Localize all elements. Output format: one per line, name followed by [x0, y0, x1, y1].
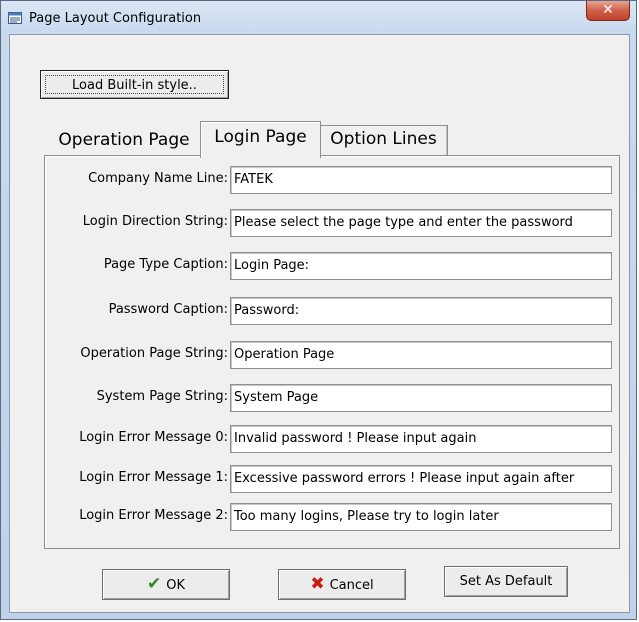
form-row-company-name: Company Name Line: FATEK — [45, 166, 619, 194]
form-row-operation-page-string: Operation Page String: Operation Page — [45, 341, 619, 369]
form-row-page-type-caption: Page Type Caption: Login Page: — [45, 252, 619, 280]
set-as-default-button[interactable]: Set As Default — [444, 566, 568, 597]
ok-button-content: ✔ OK — [103, 570, 229, 600]
cancel-button-label: Cancel — [329, 578, 374, 593]
login-error-message-2-label: Login Error Message 2: — [79, 508, 228, 523]
system-page-string-label: System Page String: — [96, 389, 228, 404]
form-row-login-error-2: Login Error Message 2: Too many logins, … — [45, 503, 619, 531]
form-row-password-caption: Password Caption: Password: — [45, 297, 619, 325]
system-page-string-input[interactable]: System Page — [230, 384, 612, 412]
cancel-button-content: ✖ Cancel — [279, 570, 405, 600]
tab-operation-page[interactable]: Operation Page — [46, 127, 202, 156]
company-name-line-input[interactable]: FATEK — [230, 166, 612, 194]
login-error-message-2-input[interactable]: Too many logins, Please try to login lat… — [230, 503, 612, 531]
title-bar[interactable]: Page Layout Configuration ✕ — [1, 1, 636, 34]
tab-login-page[interactable]: Login Page — [200, 121, 321, 158]
ok-button[interactable]: ✔ OK — [102, 569, 230, 600]
page-type-caption-label: Page Type Caption: — [103, 257, 228, 272]
load-built-in-style-button[interactable]: Load Built-in style.. — [40, 70, 229, 99]
close-icon: ✕ — [602, 2, 614, 18]
login-error-message-1-label: Login Error Message 1: — [79, 470, 228, 485]
set-as-default-label: Set As Default — [459, 574, 553, 589]
login-error-message-0-label: Login Error Message 0: — [79, 430, 228, 445]
form-row-login-error-1: Login Error Message 1: Excessive passwor… — [45, 465, 619, 493]
dialog-client-area: Load Built-in style.. Operation Page Log… — [9, 34, 630, 613]
form-row-login-direction: Login Direction String: Please select th… — [45, 209, 619, 237]
operation-page-string-label: Operation Page String: — [80, 346, 228, 361]
close-button[interactable]: ✕ — [586, 1, 630, 21]
check-icon: ✔ — [146, 574, 162, 594]
window-app-icon — [8, 12, 22, 24]
password-caption-label: Password Caption: — [108, 302, 228, 317]
window-title: Page Layout Configuration — [29, 11, 202, 26]
company-name-line-label: Company Name Line: — [88, 171, 228, 186]
form-row-system-page-string: System Page String: System Page — [45, 384, 619, 412]
login-direction-string-input[interactable]: Please select the page type and enter th… — [230, 209, 612, 237]
login-error-message-1-input[interactable]: Excessive password errors ! Please input… — [230, 465, 612, 493]
cancel-button[interactable]: ✖ Cancel — [278, 569, 406, 600]
tab-option-lines[interactable]: Option Lines — [320, 125, 448, 155]
password-caption-input[interactable]: Password: — [230, 297, 612, 325]
dialog-window: Page Layout Configuration ✕ Load Built-i… — [0, 0, 637, 620]
form-row-login-error-0: Login Error Message 0: Invalid password … — [45, 425, 619, 453]
login-error-message-0-input[interactable]: Invalid password ! Please input again — [230, 425, 612, 453]
ok-button-label: OK — [166, 578, 185, 593]
load-built-in-style-label: Load Built-in style.. — [45, 75, 224, 94]
login-direction-string-label: Login Direction String: — [82, 214, 228, 229]
operation-page-string-input[interactable]: Operation Page — [230, 341, 612, 369]
page-type-caption-input[interactable]: Login Page: — [230, 252, 612, 280]
x-icon: ✖ — [310, 574, 325, 594]
login-page-panel: Company Name Line: FATEK Login Direction… — [44, 155, 620, 549]
